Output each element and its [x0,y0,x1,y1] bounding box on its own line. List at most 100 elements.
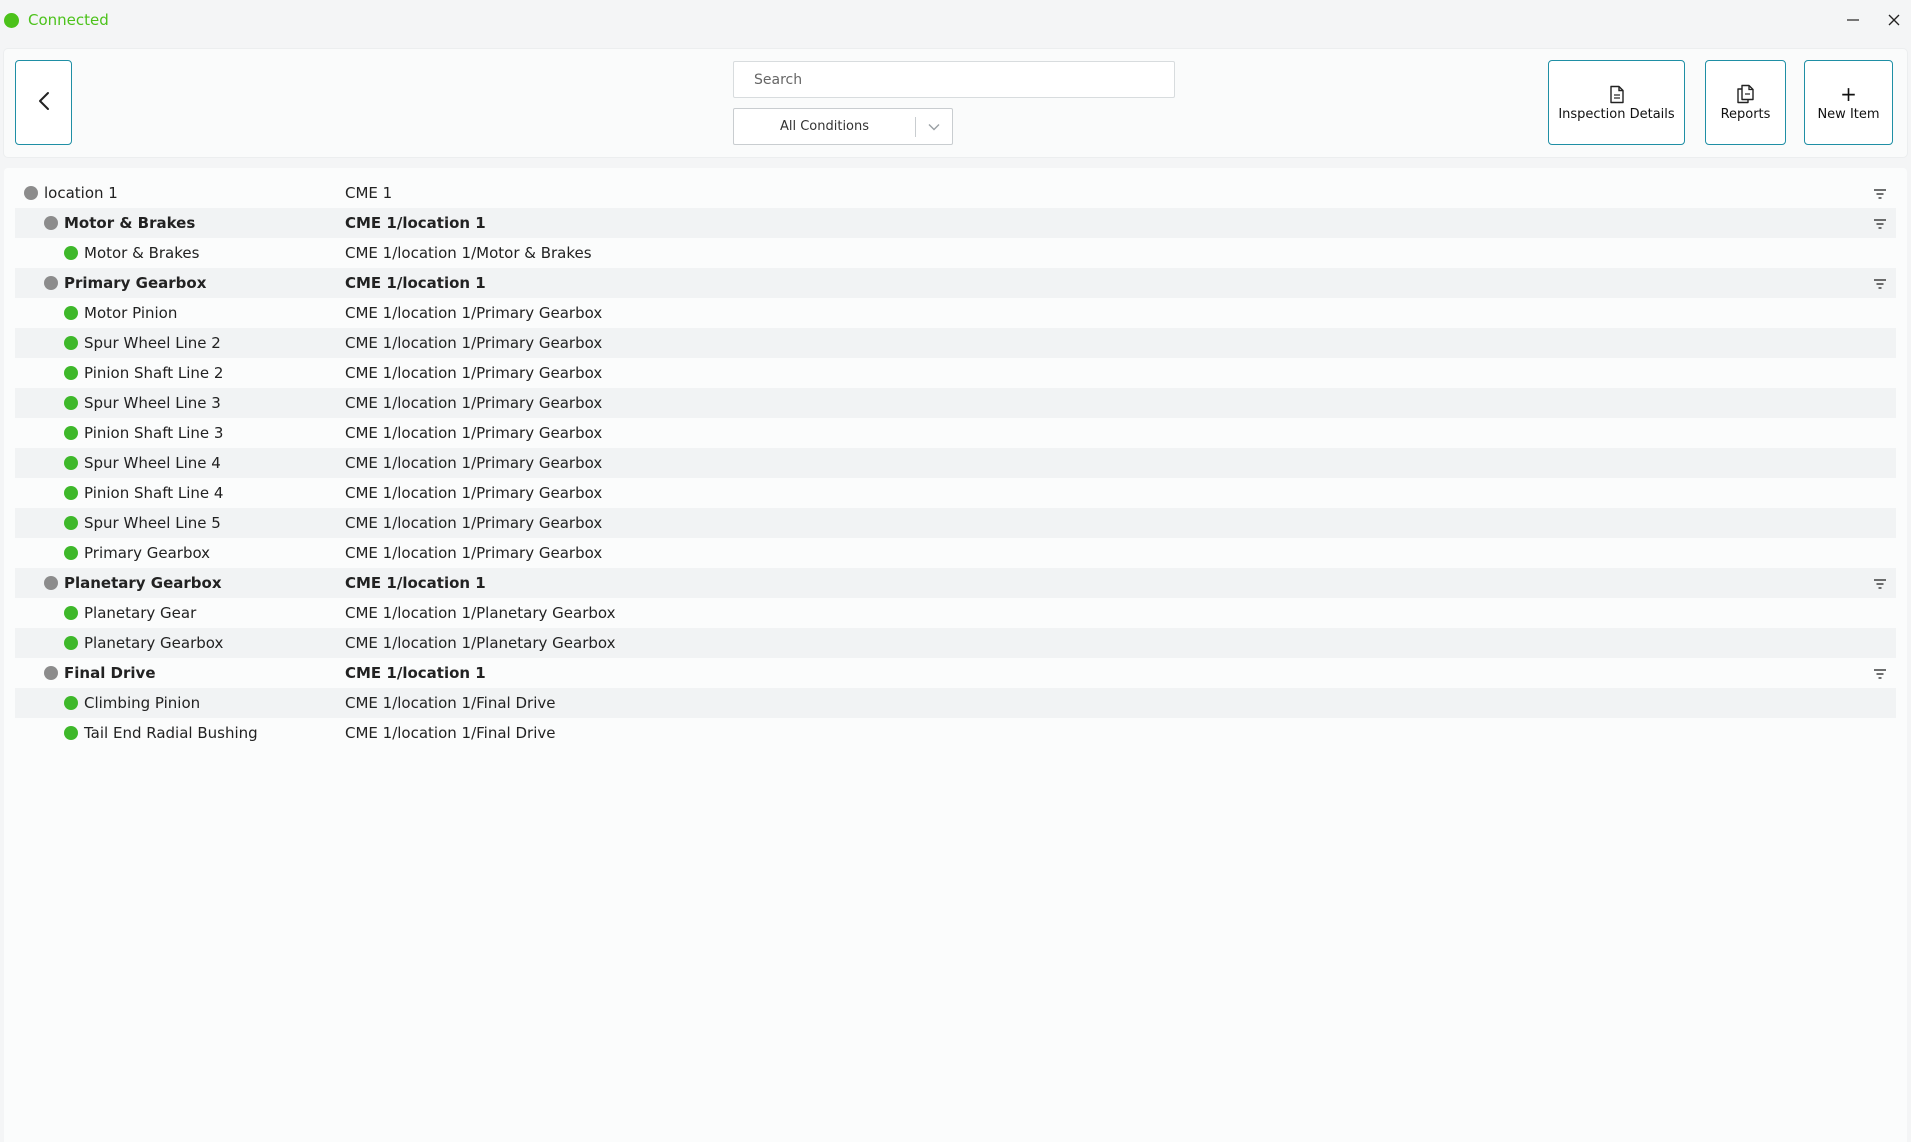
search-input[interactable] [733,61,1175,98]
chevron-down-icon[interactable] [916,123,952,131]
connection-status-label: Connected [28,11,109,29]
condition-status-dot [64,306,78,320]
minimize-icon[interactable] [1839,8,1867,32]
tree-item-name: Spur Wheel Line 3 [84,394,221,412]
tree-item-name: Planetary Gearbox [84,634,224,652]
condition-status-dot [24,186,38,200]
tree-item-path: CME 1/location 1/Primary Gearbox [345,484,603,502]
tree-item-row[interactable]: Planetary Gearbox CME 1/location 1/Planet… [15,628,1896,658]
tree-item-path: CME 1 [345,184,393,202]
tree-item-name: Climbing Pinion [84,694,201,712]
filter-icon[interactable] [1873,666,1887,684]
tree-group-row[interactable]: Motor & Brakes CME 1/location 1 [15,208,1896,238]
tree-group-row[interactable]: Final Drive CME 1/location 1 [15,658,1896,688]
tree-item-name: Pinion Shaft Line 2 [84,364,224,382]
reports-label: Reports [1720,107,1771,122]
tree-item-path: CME 1/location 1/Primary Gearbox [345,334,603,352]
tree-item-name: Pinion Shaft Line 4 [84,484,224,502]
condition-status-dot [64,336,78,350]
tree-item-path: CME 1/location 1/Planetary Gearbox [345,604,616,622]
new-item-button[interactable]: + New Item [1804,60,1893,145]
condition-status-dot [64,726,78,740]
tree-item-row[interactable]: Motor & Brakes CME 1/location 1/Motor & B… [15,238,1896,268]
tree-item-path: CME 1/location 1/Motor & Brakes [345,244,592,262]
condition-status-dot [64,246,78,260]
inspection-details-button[interactable]: Inspection Details [1548,60,1685,145]
asset-tree-panel: location 1 CME 1 Motor & Brakes CME 1/locat… [4,168,1907,1142]
tree-item-path: CME 1/location 1/Planetary Gearbox [345,634,616,652]
tree-item-row[interactable]: Spur Wheel Line 2 CME 1/location 1/Primar… [15,328,1896,358]
tree-group-row[interactable]: Primary Gearbox CME 1/location 1 [15,268,1896,298]
tree-item-name: Spur Wheel Line 4 [84,454,221,472]
close-icon[interactable] [1880,8,1908,32]
tree-group-row[interactable]: location 1 CME 1 [15,178,1896,208]
back-button[interactable] [15,60,72,145]
tree-item-path: CME 1/location 1/Primary Gearbox [345,454,603,472]
condition-status-dot [64,426,78,440]
tree-item-path: CME 1/location 1/Primary Gearbox [345,304,603,322]
tree-item-name: Pinion Shaft Line 3 [84,424,224,442]
condition-filter-select[interactable]: All Conditions [733,108,953,145]
tree-item-row[interactable]: Spur Wheel Line 4 CME 1/location 1/Primar… [15,448,1896,478]
tree-item-name: Primary Gearbox [84,544,211,562]
condition-status-dot [44,276,58,290]
condition-status-dot [64,516,78,530]
filter-icon[interactable] [1873,276,1887,294]
condition-status-dot [44,666,58,680]
condition-status-dot [64,486,78,500]
filter-icon[interactable] [1873,186,1887,204]
condition-status-dot [64,636,78,650]
tree-item-row[interactable]: Pinion Shaft Line 4 CME 1/location 1/Prim… [15,478,1896,508]
asset-tree-list: location 1 CME 1 Motor & Brakes CME 1/locat… [15,178,1896,748]
tree-item-name: Spur Wheel Line 5 [84,514,221,532]
tree-item-row[interactable]: Primary Gearbox CME 1/location 1/Primary … [15,538,1896,568]
tree-item-name: Motor Pinion [84,304,178,322]
tree-item-name: Spur Wheel Line 2 [84,334,221,352]
tree-item-row[interactable]: Spur Wheel Line 3 CME 1/location 1/Primar… [15,388,1896,418]
chevron-left-icon [37,90,51,116]
condition-status-dot [64,456,78,470]
condition-status-dot [64,546,78,560]
tree-item-row[interactable]: Spur Wheel Line 5 CME 1/location 1/Primar… [15,508,1896,538]
tree-item-name: Tail End Radial Bushing [84,724,258,742]
reports-button[interactable]: Reports [1705,60,1786,145]
copy-documents-icon [1736,83,1755,105]
condition-status-dot [64,366,78,380]
document-icon [1609,83,1625,105]
condition-status-dot [64,396,78,410]
condition-filter-value: All Conditions [779,119,870,134]
tree-item-path: CME 1/location 1/Primary Gearbox [345,544,603,562]
condition-status-dot [64,606,78,620]
inspection-details-label: Inspection Details [1558,107,1675,122]
tree-item-path: CME 1/location 1 [345,574,486,592]
filter-icon[interactable] [1873,576,1887,594]
tree-item-row[interactable]: Pinion Shaft Line 2 CME 1/location 1/Prim… [15,358,1896,388]
tree-item-row[interactable]: Climbing Pinion CME 1/location 1/Final Dr… [15,688,1896,718]
tree-item-row[interactable]: Motor Pinion CME 1/location 1/Primary Gea… [15,298,1896,328]
tree-item-path: CME 1/location 1/Final Drive [345,694,556,712]
tree-item-row[interactable]: Pinion Shaft Line 3 CME 1/location 1/Prim… [15,418,1896,448]
connection-status-dot [4,12,19,28]
tree-group-row[interactable]: Planetary Gearbox CME 1/location 1 [15,568,1896,598]
new-item-label: New Item [1817,107,1880,122]
tree-item-path: CME 1/location 1/Primary Gearbox [345,424,603,442]
tree-item-name: Final Drive [64,664,156,682]
title-bar: Connected [0,0,1911,40]
plus-icon: + [1840,82,1857,106]
tree-item-name: Motor & Brakes [64,214,196,232]
tree-item-row[interactable]: Planetary Gear CME 1/location 1/Planetary… [15,598,1896,628]
tree-item-path: CME 1/location 1 [345,664,486,682]
condition-status-dot [64,696,78,710]
condition-status-dot [44,216,58,230]
tree-item-path: CME 1/location 1 [345,274,486,292]
tree-item-path: CME 1/location 1/Final Drive [345,724,556,742]
tree-item-path: CME 1/location 1/Primary Gearbox [345,364,603,382]
tree-item-name: Primary Gearbox [64,274,207,292]
tree-item-path: CME 1/location 1 [345,214,486,232]
condition-status-dot [44,576,58,590]
filter-icon[interactable] [1873,216,1887,234]
tree-item-name: Planetary Gearbox [64,574,222,592]
tree-item-row[interactable]: Tail End Radial Bushing CME 1/location 1/… [15,718,1896,748]
tree-item-path: CME 1/location 1/Primary Gearbox [345,514,603,532]
tree-item-name: Motor & Brakes [84,244,200,262]
